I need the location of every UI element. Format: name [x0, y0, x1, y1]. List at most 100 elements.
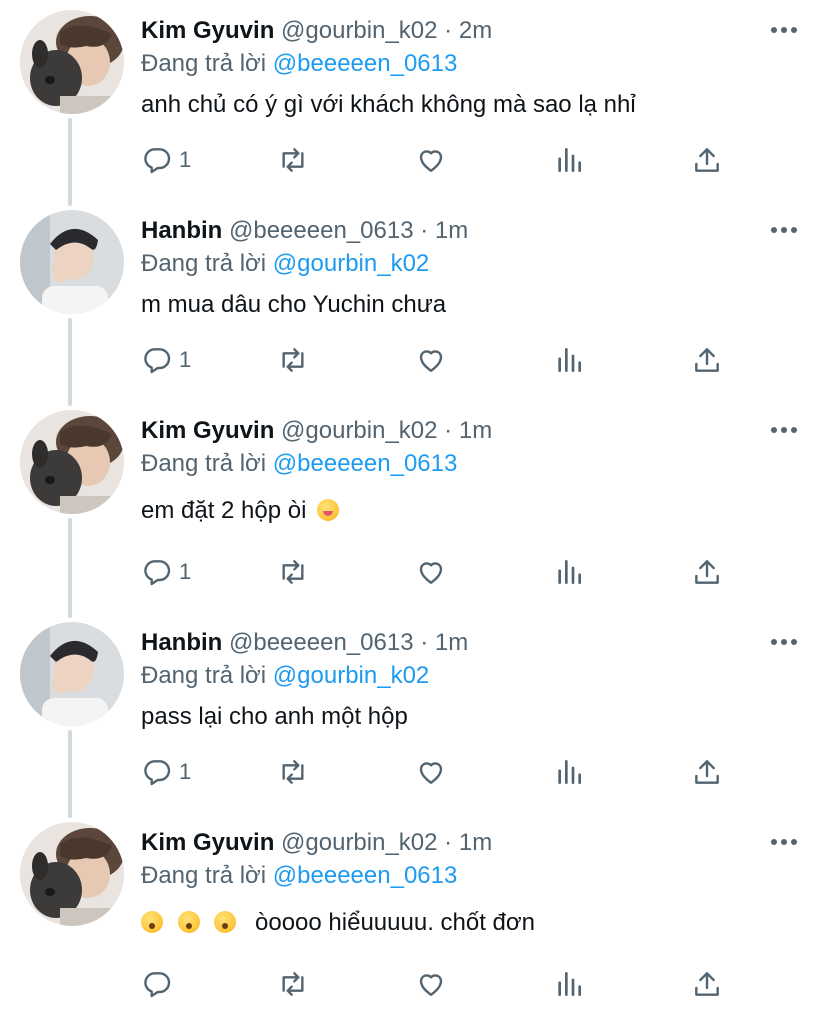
tweet-text: m mua dâu cho Yuchin chưa [141, 291, 447, 318]
avatar-kim-gyuvin[interactable] [20, 10, 124, 114]
like-button[interactable] [415, 340, 447, 380]
stats-button[interactable] [553, 552, 585, 592]
tweet-actions: 1 [141, 140, 741, 180]
retweet-icon [282, 760, 304, 784]
heart-icon [419, 350, 443, 372]
tweet-header: Kim Gyuvin @gourbin_k02 · 1m [141, 416, 492, 446]
separator-dot: · [420, 629, 429, 656]
like-button[interactable] [415, 140, 447, 180]
user-handle[interactable]: @gourbin_k02 [281, 829, 437, 856]
replying-to: Đang trả lời @beeeeen_0613 [141, 49, 457, 79]
mention-link[interactable]: @beeeeen_0613 [273, 50, 458, 77]
tweet[interactable]: Hanbin @beeeeen_0613 · 1m Đang trả lời @… [0, 614, 828, 812]
user-handle[interactable]: @beeeeen_0613 [229, 217, 414, 244]
avatar-kim-gyuvin[interactable] [20, 822, 124, 926]
stats-button[interactable] [553, 340, 585, 380]
retweet-button[interactable] [277, 552, 309, 592]
reply-button[interactable]: 1 [141, 752, 191, 792]
tweet-header: Hanbin @beeeeen_0613 · 1m [141, 628, 468, 658]
share-button[interactable] [691, 964, 723, 1004]
replying-to-label: Đang trả lời [141, 250, 267, 277]
reply-button[interactable]: 1 [141, 340, 191, 380]
mention-link[interactable]: @beeeeen_0613 [273, 862, 458, 889]
separator-dot: · [444, 17, 453, 44]
reply-button[interactable]: 1 [141, 552, 191, 592]
timestamp[interactable]: 1m [459, 417, 492, 444]
yum-face-emoji [317, 499, 340, 521]
heart-icon [419, 974, 443, 996]
timestamp[interactable]: 1m [459, 829, 492, 856]
tweet-header: Kim Gyuvin @gourbin_k02 · 1m [141, 828, 492, 858]
display-name[interactable]: Kim Gyuvin [141, 417, 274, 444]
replying-to: Đang trả lời @beeeeen_0613 [141, 449, 457, 479]
like-button[interactable] [415, 552, 447, 592]
replying-to-label: Đang trả lời [141, 450, 267, 477]
share-button[interactable] [691, 552, 723, 592]
separator-dot: · [444, 417, 453, 444]
astonished-face-emoji [177, 911, 200, 933]
timestamp[interactable]: 1m [435, 217, 468, 244]
stats-button[interactable] [553, 140, 585, 180]
display-name[interactable]: Kim Gyuvin [141, 829, 274, 856]
user-handle[interactable]: @beeeeen_0613 [229, 629, 414, 656]
avatar-hanbin[interactable] [20, 210, 124, 314]
separator-dot: · [420, 217, 429, 244]
astonished-face-emoji [214, 911, 237, 933]
retweet-button[interactable] [277, 340, 309, 380]
tweet-actions: 1 [141, 752, 741, 792]
like-button[interactable] [415, 964, 447, 1004]
replying-to-label: Đang trả lời [141, 862, 267, 889]
separator-dot: · [444, 829, 453, 856]
like-button[interactable] [415, 752, 447, 792]
more-icon[interactable] [770, 20, 798, 40]
mention-link[interactable]: @beeeeen_0613 [273, 450, 458, 477]
thinking-face-emoji [141, 911, 163, 933]
tweet[interactable]: Kim Gyuvin @gourbin_k02 · 1m Đang trả lờ… [0, 402, 828, 612]
share-button[interactable] [691, 752, 723, 792]
reply-count: 1 [179, 147, 192, 172]
tweet-actions [141, 964, 741, 1004]
more-icon[interactable] [770, 632, 798, 652]
display-name[interactable]: Kim Gyuvin [141, 17, 274, 44]
tweet[interactable]: Kim Gyuvin @gourbin_k02 · 2m Đang trả lờ… [0, 2, 828, 200]
display-name[interactable]: Hanbin [141, 629, 222, 656]
share-icon [695, 148, 719, 172]
stats-button[interactable] [553, 964, 585, 1004]
user-handle[interactable]: @gourbin_k02 [281, 417, 437, 444]
retweet-button[interactable] [277, 752, 309, 792]
heart-icon [419, 150, 443, 172]
stats-icon [558, 972, 581, 996]
tweet-text-line: em đặt 2 hộp òi [141, 496, 347, 526]
tweet-actions: 1 [141, 552, 741, 592]
display-name[interactable]: Hanbin [141, 217, 222, 244]
more-icon[interactable] [770, 832, 798, 852]
replying-to: Đang trả lời @gourbin_k02 [141, 661, 429, 691]
timestamp[interactable]: 1m [435, 629, 468, 656]
replying-to-label: Đang trả lời [141, 662, 267, 689]
reply-count: 1 [179, 559, 192, 584]
share-button[interactable] [691, 340, 723, 380]
reply-button[interactable] [141, 964, 179, 1004]
reply-button[interactable]: 1 [141, 140, 191, 180]
user-handle[interactable]: @gourbin_k02 [281, 17, 437, 44]
tweet-text: òoooo hiểuuuuu. chốt đơn [255, 909, 535, 936]
tweet-header: Kim Gyuvin @gourbin_k02 · 2m [141, 16, 492, 46]
more-icon[interactable] [770, 420, 798, 440]
retweet-button[interactable] [277, 964, 309, 1004]
avatar-kim-gyuvin[interactable] [20, 410, 124, 514]
reply-count: 1 [179, 347, 192, 372]
reply-icon [144, 148, 171, 174]
tweet-text: pass lại cho anh một hộp [141, 703, 408, 730]
tweet[interactable]: Hanbin @beeeeen_0613 · 1m Đang trả lời @… [0, 202, 828, 400]
avatar-hanbin[interactable] [20, 622, 124, 726]
retweet-icon [282, 972, 304, 996]
stats-button[interactable] [553, 752, 585, 792]
tweet[interactable]: Kim Gyuvin @gourbin_k02 · 1m Đang trả lờ… [0, 814, 828, 1014]
more-icon[interactable] [770, 220, 798, 240]
retweet-button[interactable] [277, 140, 309, 180]
timestamp[interactable]: 2m [459, 17, 492, 44]
mention-link[interactable]: @gourbin_k02 [273, 250, 429, 277]
share-button[interactable] [691, 140, 723, 180]
mention-link[interactable]: @gourbin_k02 [273, 662, 429, 689]
replying-to: Đang trả lời @beeeeen_0613 [141, 861, 457, 891]
